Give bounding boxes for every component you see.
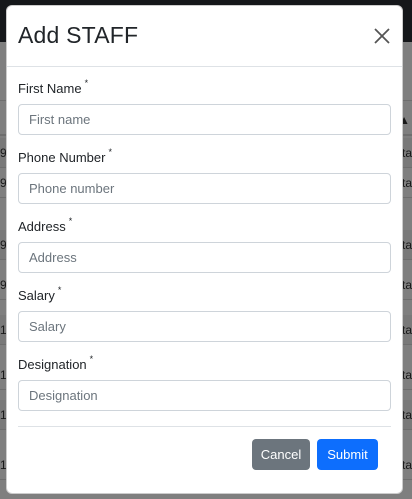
designation-group: Designation * (18, 354, 391, 411)
designation-input[interactable] (18, 380, 391, 411)
modal-header: Add STAFF (7, 6, 402, 67)
required-mark: * (68, 216, 73, 226)
phone-number-label-text: Phone Number (18, 150, 106, 165)
address-input[interactable] (18, 242, 391, 273)
required-mark: * (57, 285, 62, 295)
first-name-label-text: First Name (18, 81, 82, 96)
first-name-label: First Name * (18, 78, 391, 97)
designation-label-text: Designation (18, 357, 87, 372)
salary-input[interactable] (18, 311, 391, 342)
first-name-group: First Name * (18, 78, 391, 135)
address-group: Address * (18, 216, 391, 273)
address-label-text: Address (18, 219, 66, 234)
submit-button[interactable]: Submit (317, 439, 378, 470)
designation-label: Designation * (18, 354, 391, 373)
phone-number-label: Phone Number * (18, 147, 391, 166)
required-mark: * (89, 354, 94, 364)
add-staff-modal: Add STAFF First Name* Phone Number* Addr… (6, 5, 403, 494)
required-mark: * (84, 78, 89, 88)
close-icon[interactable] (372, 26, 392, 46)
footer-divider (18, 426, 391, 427)
salary-group: Salary * (18, 285, 391, 342)
salary-label-text: Salary (18, 288, 55, 303)
address-label: Address * (18, 216, 391, 235)
first-name-input[interactable] (18, 104, 391, 135)
cancel-button[interactable]: Cancel (252, 439, 310, 470)
phone-number-group: Phone Number * (18, 147, 391, 204)
modal-title: Add STAFF (18, 22, 139, 48)
phone-number-input[interactable] (18, 173, 391, 204)
salary-label: Salary * (18, 285, 391, 304)
required-mark: * (108, 147, 112, 157)
